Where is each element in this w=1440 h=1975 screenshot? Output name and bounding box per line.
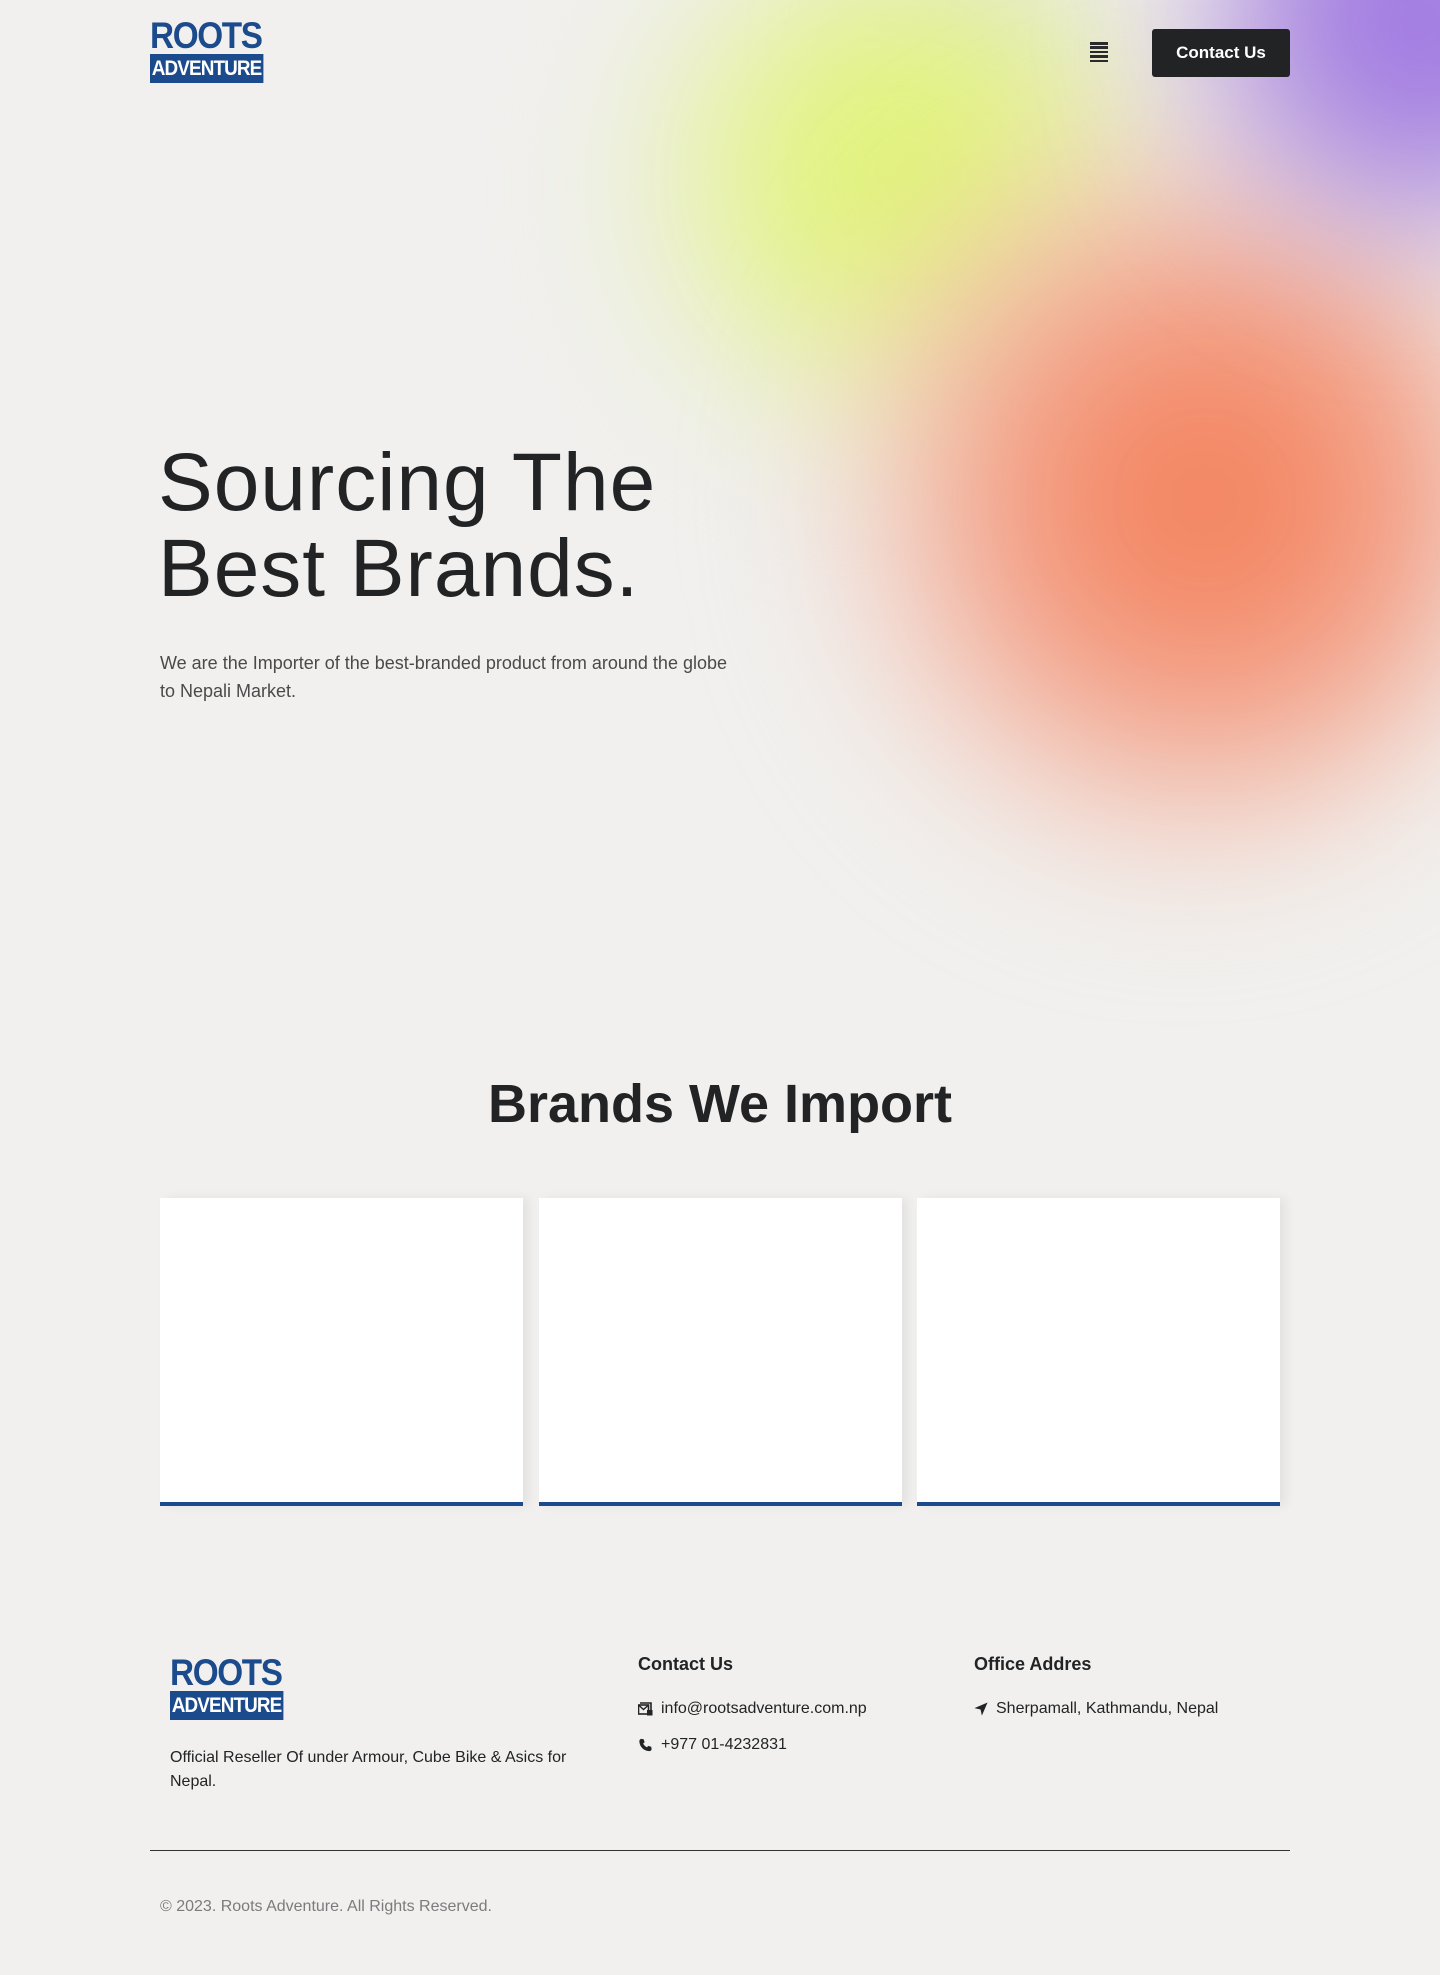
hero-subtitle-line-1: We are the Importer of the best-branded … [160,653,727,673]
logo-text-adventure: ADVENTURE [170,1691,284,1720]
hero-title-line-1: Sourcing The [158,437,657,528]
logo-text-roots: ROOTS [150,15,263,56]
footer-email-text: info@rootsadventure.com.np [661,1700,867,1717]
location-arrow-icon [974,1702,988,1716]
footer-address: Sherpamall, Kathmandu, Nepal [974,1700,1218,1718]
footer-description-line-2: Nepal. [170,1773,217,1790]
brand-cards [160,1198,1280,1506]
footer-address-text: Sherpamall, Kathmandu, Nepal [996,1700,1219,1717]
logo-text-roots: ROOTS [170,1652,283,1693]
brands-section-title: Brands We Import [487,1074,953,1134]
envelope-open-text-icon [638,1702,653,1716]
hero-subtitle: We are the Importer of the best-branded … [160,649,780,705]
logo-text-adventure: ADVENTURE [150,54,264,83]
hero-title: Sourcing The Best Brands. [158,440,656,612]
footer-description-line-1: Official Reseller Of under Armour, Cube … [170,1749,567,1766]
site-header: ROOTS ADVENTURE Contact Us [0,0,1440,106]
footer-description: Official Reseller Of under Armour, Cube … [170,1746,610,1794]
footer-divider [150,1850,1290,1851]
hero-title-line-2: Best Brands. [158,523,640,614]
footer-logo[interactable]: ROOTS ADVENTURE [170,1652,296,1720]
footer-contact-title: Contact Us [638,1654,734,1674]
brand-card[interactable] [917,1198,1280,1506]
header-logo[interactable]: ROOTS ADVENTURE [150,15,276,83]
hero-subtitle-line-2: to Nepali Market. [160,681,297,701]
gradient-blob-orange [820,120,1440,880]
footer-email-link[interactable]: info@rootsadventure.com.np [638,1700,867,1718]
phone-icon [639,1738,652,1752]
copyright-text: © 2023. Roots Adventure. All Rights Rese… [160,1898,492,1915]
brand-card[interactable] [538,1198,902,1506]
brand-card[interactable] [160,1198,523,1506]
hamburger-menu-icon[interactable] [1090,42,1108,62]
contact-us-button[interactable]: Contact Us [1152,29,1290,77]
footer-phone-text: +977 01-4232831 [661,1736,787,1753]
footer-phone-link[interactable]: +977 01-4232831 [638,1736,787,1754]
footer-office-title: Office Addres [974,1654,1092,1674]
